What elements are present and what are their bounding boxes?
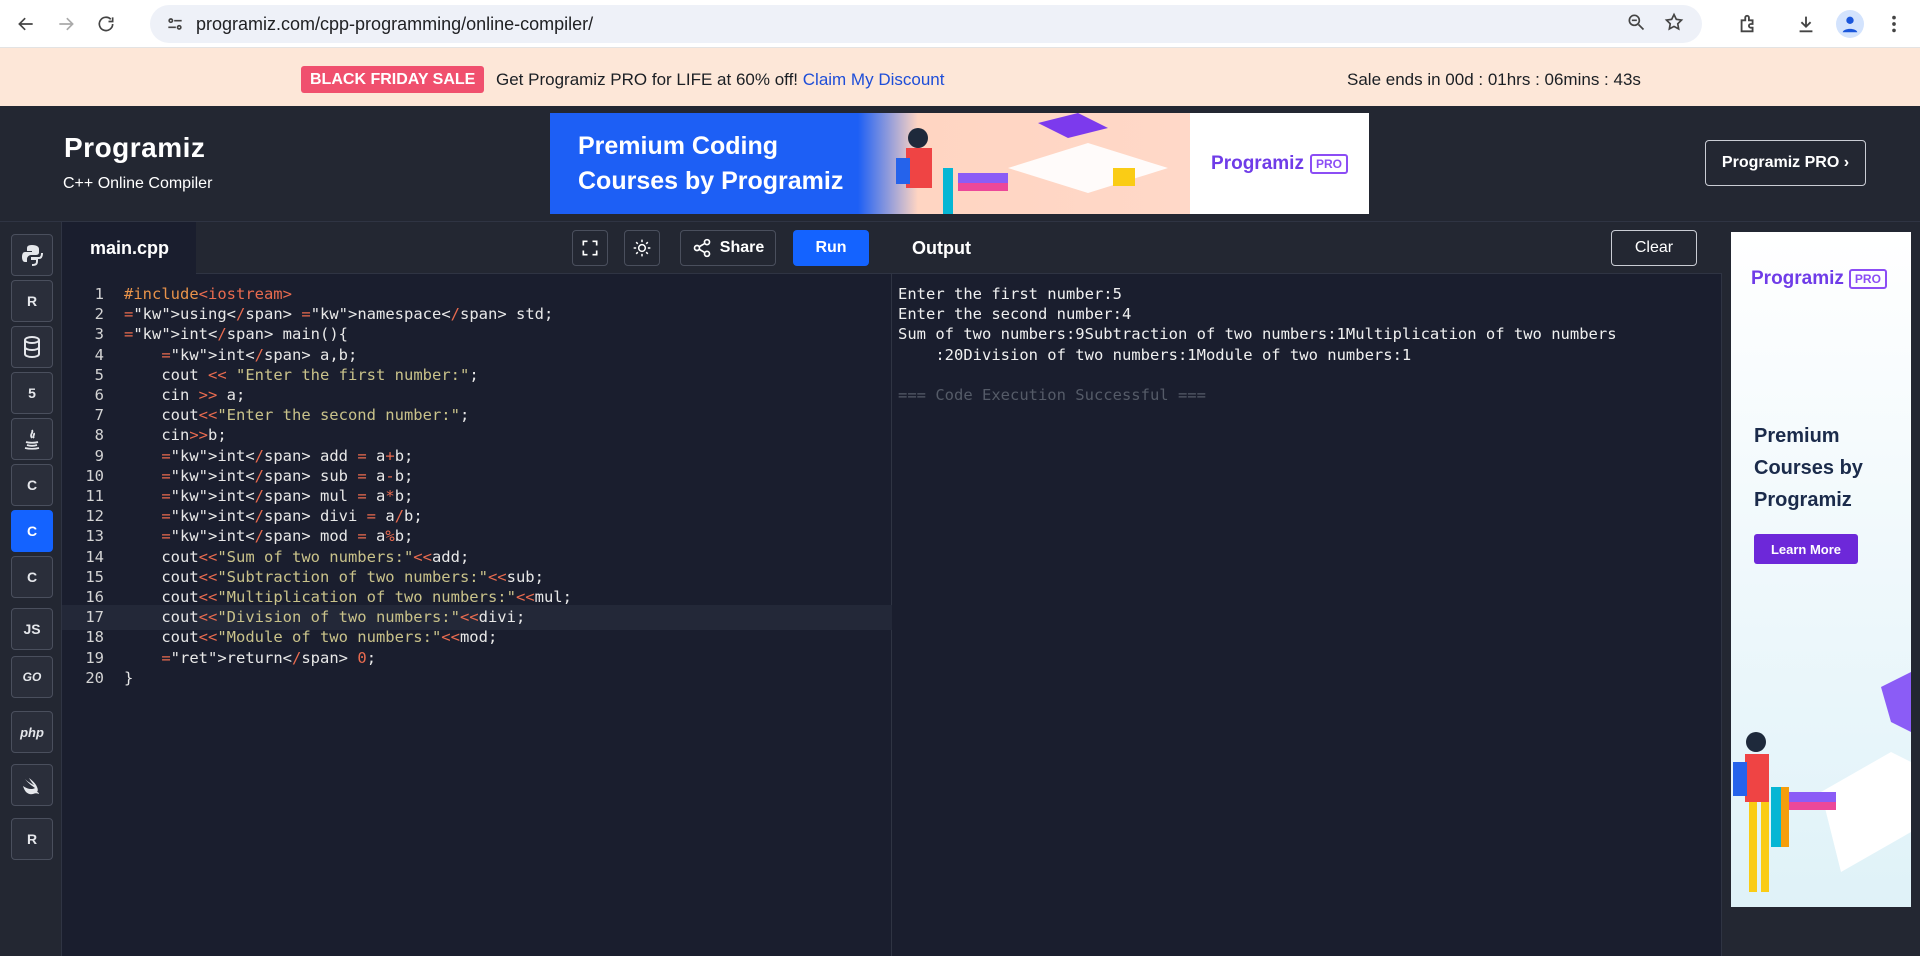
site-header: Programiz C++ Online Compiler Premium Co… <box>0 106 1920 222</box>
reload-icon[interactable] <box>86 4 126 44</box>
output-header: Output Clear <box>892 222 1722 274</box>
code-editor[interactable]: 1 #include<iostream> 2 ="kw">using</span> =… <box>62 274 892 956</box>
html-label: 5 <box>28 385 36 401</box>
claim-discount-link[interactable]: Claim My Discount <box>803 70 945 89</box>
browser-toolbar: programiz.com/cpp-programming/online-com… <box>0 0 1920 48</box>
output-panel[interactable]: Enter the first number:5 Enter the second… <box>892 274 1722 956</box>
clear-button[interactable]: Clear <box>1611 230 1697 266</box>
programiz-pro-button[interactable]: Programiz PRO › <box>1705 140 1866 186</box>
sale-badge: BLACK FRIDAY SALE <box>301 66 485 93</box>
share-label: Share <box>719 239 765 256</box>
extensions-icon[interactable] <box>1726 2 1770 46</box>
c-language-icon[interactable]: C <box>11 464 53 506</box>
line-number: 20 <box>85 668 104 687</box>
r-label: R <box>26 293 38 309</box>
file-tab-main-cpp[interactable]: main.cpp <box>62 222 196 274</box>
editor-toolbar: main.cpp Share Run <box>62 222 892 274</box>
profile-avatar[interactable] <box>1828 2 1872 46</box>
address-bar[interactable]: programiz.com/cpp-programming/online-com… <box>150 5 1702 43</box>
url-text: programiz.com/cpp-programming/online-com… <box>196 13 594 34</box>
rust-icon[interactable]: R <box>11 818 53 860</box>
r-language-icon[interactable]: R <box>11 280 53 322</box>
site-info-icon[interactable] <box>158 7 192 41</box>
share-icon <box>693 238 711 258</box>
back-icon[interactable] <box>6 4 46 44</box>
run-button[interactable]: Run <box>793 230 869 266</box>
c-label: C <box>26 477 38 493</box>
output-line: === Code Execution Successful === <box>898 386 1206 404</box>
banner-logo: Programiz PRO <box>1190 113 1369 214</box>
download-icon[interactable] <box>1784 2 1828 46</box>
banner-line-2: Courses by Programiz <box>578 167 844 195</box>
html5-icon[interactable]: 5 <box>11 372 53 414</box>
sale-text: Get Programiz PRO for LIFE at 60% off! C… <box>496 70 944 90</box>
go-label: GO <box>22 670 42 684</box>
swift-icon[interactable] <box>11 764 53 806</box>
cpp-language-icon[interactable]: C <box>11 510 53 552</box>
python-icon[interactable] <box>11 234 53 276</box>
compiler-subtitle: C++ Online Compiler <box>63 175 213 192</box>
zoom-icon[interactable] <box>1626 12 1646 37</box>
banner-pro-tag: PRO <box>1309 153 1348 174</box>
rust-label: R <box>26 831 38 847</box>
banner-logo-text: Programiz <box>1211 152 1304 174</box>
theme-toggle-icon[interactable] <box>624 230 660 266</box>
go-language-icon[interactable]: GO <box>11 656 53 698</box>
right-side-ad[interactable]: Programiz PRO Premium Courses by Program… <box>1731 232 1911 907</box>
browser-menu-icon[interactable] <box>1872 2 1916 46</box>
forward-icon[interactable] <box>46 4 86 44</box>
banner-text: Premium Coding Courses by Programiz <box>578 129 843 199</box>
ad-illustration <box>1733 672 1911 892</box>
share-button[interactable]: Share <box>680 230 776 266</box>
programiz-logo[interactable]: Programiz <box>64 132 205 164</box>
language-sidebar: R 5 C C C JS GO php R <box>0 222 62 956</box>
java-icon[interactable] <box>11 418 53 460</box>
output-title: Output <box>912 238 971 258</box>
bookmark-star-icon[interactable] <box>1664 12 1684 37</box>
banner-line-1: Premium Coding <box>578 132 779 160</box>
code-text: } <box>124 668 134 687</box>
cpp-label: C <box>26 523 38 539</box>
sale-offer-text: Get Programiz PRO for LIFE at 60% off! <box>496 70 799 89</box>
code-line[interactable]: 20} <box>62 666 892 691</box>
sale-banner: BLACK FRIDAY SALE Get Programiz PRO for … <box>0 48 1920 106</box>
php-icon[interactable]: php <box>11 711 53 753</box>
output-line: :20Division of two numbers:1Module of tw… <box>898 345 1412 364</box>
sale-countdown: Sale ends in 00d : 01hrs : 06mins : 43s <box>1347 70 1641 89</box>
sql-database-icon[interactable] <box>11 326 53 368</box>
javascript-icon[interactable]: JS <box>11 608 53 650</box>
promo-banner[interactable]: Premium Coding Courses by Programiz Prog… <box>550 113 1369 214</box>
js-label: JS <box>23 621 41 637</box>
csharp-label: C <box>26 569 38 585</box>
csharp-language-icon[interactable]: C <box>11 556 53 598</box>
banner-illustration <box>858 113 1190 214</box>
php-label: php <box>20 724 44 740</box>
fullscreen-icon[interactable] <box>572 230 608 266</box>
